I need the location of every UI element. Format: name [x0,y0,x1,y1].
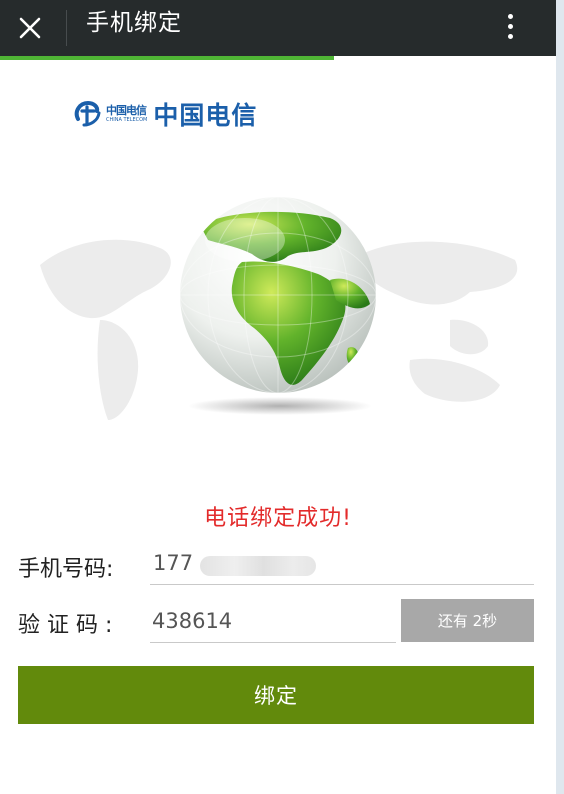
more-vertical-icon [507,13,513,39]
bind-phone-page: 手机绑定 中国电信 CHINA TELECOM 中国电信 电话绑定成功! 手机号… [0,0,556,794]
brand-name: 中国电信 [153,101,258,130]
code-underline [150,642,396,643]
brand-mini-text: 中国电信 CHINA TELECOM [106,104,148,124]
phone-label: 手机号码: [18,557,114,582]
china-telecom-logo-icon [74,100,101,127]
phone-underline [150,584,534,585]
globe-world-map-icon [40,197,518,420]
more-menu-button[interactable] [494,6,526,46]
page-title: 手机绑定 [86,10,182,36]
brand-mini-en: CHINA TELECOM [106,117,148,123]
brand-mini-cn: 中国电信 [106,104,147,117]
scrollbar-track[interactable] [556,0,564,794]
top-bar: 手机绑定 [0,0,556,56]
close-icon [19,17,41,39]
progress-fill [0,56,334,60]
phone-number-value: 177 [153,551,194,575]
resend-countdown-button[interactable]: 还有 2秒 [401,599,534,642]
phone-number-mask [200,556,316,576]
close-button[interactable] [10,8,50,48]
brand-logo: 中国电信 CHINA TELECOM 中国电信 [72,96,257,132]
page-load-progress [0,56,556,60]
verification-code-input[interactable] [152,604,392,638]
verification-code-label: 验证码: [18,613,120,638]
toolbar-divider [66,10,67,46]
bind-button[interactable]: 绑定 [18,666,534,724]
bind-success-message: 电话绑定成功! [204,506,352,531]
